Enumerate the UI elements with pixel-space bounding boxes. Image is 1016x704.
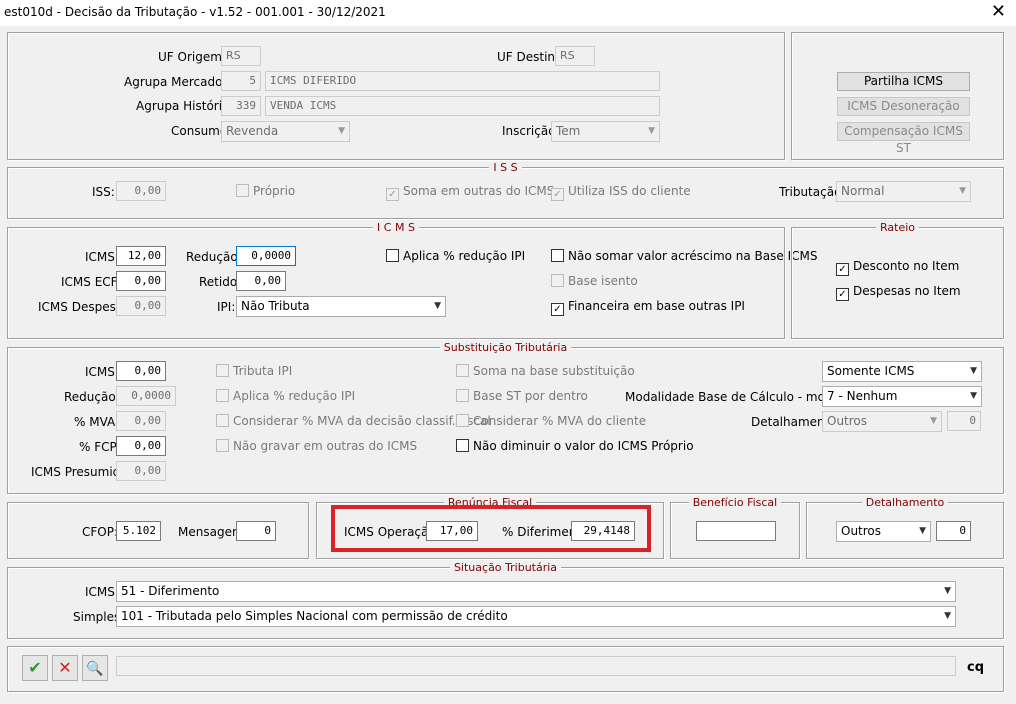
chevron-down-icon: ▼: [970, 366, 977, 376]
cq-logo: cq: [967, 660, 985, 675]
consumo-value: Revenda: [226, 124, 279, 138]
chevron-down-icon: ▼: [944, 586, 951, 596]
base-isento-checkbox[interactable]: Base isento: [551, 274, 638, 290]
st-fcp-label: % FCP:: [79, 440, 121, 454]
icms-reducao-label: Redução:: [186, 250, 242, 264]
mensagem-field[interactable]: 0: [236, 521, 276, 541]
considerar-mva-cliente-checkbox[interactable]: Considerar % MVA do cliente: [456, 414, 646, 430]
icms-despesa-field[interactable]: 0,00: [116, 296, 166, 316]
icms-despesa-label: ICMS Despesa:: [38, 300, 128, 314]
iss-soma-outras-checkbox[interactable]: ✓ Soma em outras do ICMS: [386, 184, 554, 201]
detalhamento-num-field[interactable]: 0: [936, 521, 971, 541]
simples-select[interactable]: 101 - Tributada pelo Simples Nacional co…: [116, 606, 956, 627]
aplica-reducao-ipi-checkbox[interactable]: Aplica % redução IPI: [386, 249, 525, 265]
situacao-icms-label: ICMS:: [85, 585, 119, 599]
detalhamento-title: Detalhamento: [861, 496, 949, 509]
uf-origem-label: UF Origem:: [158, 50, 226, 64]
icms-desoneracao-button[interactable]: ICMS Desoneração: [837, 97, 970, 116]
ipi-select[interactable]: Não Tributa ▼: [236, 296, 446, 317]
cfop-field[interactable]: 5.102: [116, 521, 161, 541]
rateio-group: Rateio: [791, 221, 1004, 339]
title-bar: est010d - Decisão da Tributação - v1.52 …: [0, 0, 1016, 26]
cancel-button[interactable]: ✕: [52, 655, 78, 681]
st-icms-label: ICMS:: [85, 365, 119, 379]
icms-field[interactable]: 12,00: [116, 246, 166, 266]
tributacao-select[interactable]: Normal ▼: [836, 181, 971, 202]
agrupa-historico-desc[interactable]: VENDA ICMS: [265, 96, 660, 116]
compensacao-icms-st-button[interactable]: Compensação ICMS ST: [837, 122, 970, 155]
iss-utiliza-cliente-checkbox[interactable]: ✓ Utiliza ISS do cliente: [551, 184, 691, 201]
rateio-group-title: Rateio: [875, 221, 919, 234]
base-st-dentro-checkbox[interactable]: Base ST por dentro: [456, 389, 588, 405]
situacao-tributaria-title: Situação Tributária: [449, 561, 562, 574]
st-mva-field[interactable]: 0,00: [116, 411, 166, 431]
search-button[interactable]: 🔍: [82, 655, 108, 681]
retido-label: Retido:: [199, 275, 242, 289]
nao-gravar-outras-checkbox[interactable]: Não gravar em outras do ICMS: [216, 439, 417, 455]
agrupa-historico-code[interactable]: 339: [221, 96, 261, 116]
iss-label: ISS:: [92, 185, 115, 199]
somente-icms-select[interactable]: Somente ICMS ▼: [822, 361, 982, 382]
tributa-ipi-checkbox[interactable]: Tributa IPI: [216, 364, 292, 380]
icms-ecf-label: ICMS ECF:: [61, 275, 121, 289]
iss-field[interactable]: 0,00: [116, 181, 166, 201]
icms-group-title: I C M S: [373, 221, 419, 234]
icms-reducao-field[interactable]: 0,0000: [236, 246, 296, 266]
iss-proprio-checkbox[interactable]: Próprio: [236, 184, 295, 200]
st-mva-label: % MVA:: [74, 415, 120, 429]
despesas-item-checkbox[interactable]: ✓ Despesas no Item: [836, 284, 961, 301]
st-icms-presumido-field[interactable]: 0,00: [116, 461, 166, 481]
beneficio-fiscal-field[interactable]: [696, 521, 776, 541]
inscricao-select[interactable]: Tem ▼: [551, 121, 660, 142]
renuncia-fiscal-highlight: [331, 505, 651, 552]
modalidade-select[interactable]: 7 - Nenhum ▼: [822, 386, 982, 407]
consumo-select[interactable]: Revenda ▼: [221, 121, 350, 142]
close-icon[interactable]: ✕: [991, 2, 1006, 22]
uf-origem-field[interactable]: RS: [221, 46, 261, 66]
agrupa-mercadoria-desc[interactable]: ICMS DIFERIDO: [265, 71, 660, 91]
chevron-down-icon: ▼: [338, 126, 345, 136]
chevron-down-icon: ▼: [959, 186, 966, 196]
st-reducao-label: Redução:: [64, 390, 120, 404]
situacao-tributaria-group: Situação Tributária: [7, 561, 1004, 639]
close-x-icon: ✕: [58, 658, 72, 677]
chevron-down-icon: ▼: [648, 126, 655, 136]
chevron-down-icon: ▼: [434, 301, 441, 311]
partilha-icms-button[interactable]: Partilha ICMS: [837, 72, 970, 91]
st-reducao-field[interactable]: 0,0000: [116, 386, 176, 406]
chevron-down-icon: ▼: [944, 611, 951, 621]
cfop-label: CFOP:: [82, 525, 119, 539]
considerar-mva-decisao-checkbox[interactable]: Considerar % MVA da decisão classif. fis…: [216, 414, 491, 430]
icms-label: ICMS:: [85, 250, 119, 264]
uf-destino-field[interactable]: RS: [555, 46, 595, 66]
beneficio-fiscal-title: Benefício Fiscal: [688, 496, 782, 509]
magnifier-icon: 🔍: [86, 661, 104, 677]
chevron-down-icon: ▼: [919, 526, 926, 536]
soma-base-substituicao-checkbox[interactable]: Soma na base substituição: [456, 364, 635, 380]
checkmark-icon: ✔: [28, 658, 42, 677]
chevron-down-icon: ▼: [970, 391, 977, 401]
desconto-item-checkbox[interactable]: ✓ Desconto no Item: [836, 259, 959, 276]
situacao-icms-select[interactable]: 51 - Diferimento ▼: [116, 581, 956, 602]
inscricao-value: Tem: [556, 124, 581, 138]
st-fcp-field[interactable]: 0,00: [116, 436, 166, 456]
status-field: [116, 656, 956, 676]
chevron-down-icon: ▼: [930, 416, 937, 426]
financeira-base-outras-ipi-checkbox[interactable]: ✓ Financeira em base outras IPI: [551, 299, 745, 316]
nao-somar-acrescimo-checkbox[interactable]: Não somar valor acréscimo na Base ICMS: [551, 249, 817, 265]
agrupa-mercadoria-code[interactable]: 5: [221, 71, 261, 91]
st-icms-field[interactable]: 0,00: [116, 361, 166, 381]
ipi-label: IPI:: [217, 300, 236, 314]
nao-diminuir-icms-proprio-checkbox[interactable]: Não diminuir o valor do ICMS Próprio: [456, 439, 694, 455]
st-aplica-reducao-ipi-checkbox[interactable]: Aplica % redução IPI: [216, 389, 355, 405]
retido-field[interactable]: 0,00: [236, 271, 286, 291]
st-detalhamento-num-field[interactable]: 0: [947, 411, 981, 431]
iss-group-title: I S S: [489, 161, 522, 174]
st-group-title: Substituição Tributária: [439, 341, 572, 354]
st-detalhamento-select[interactable]: Outros ▼: [822, 411, 942, 432]
window-title: est010d - Decisão da Tributação - v1.52 …: [4, 5, 386, 19]
detalhamento-select[interactable]: Outros ▼: [836, 521, 931, 542]
confirm-button[interactable]: ✔: [22, 655, 48, 681]
icms-ecf-field[interactable]: 0,00: [116, 271, 166, 291]
